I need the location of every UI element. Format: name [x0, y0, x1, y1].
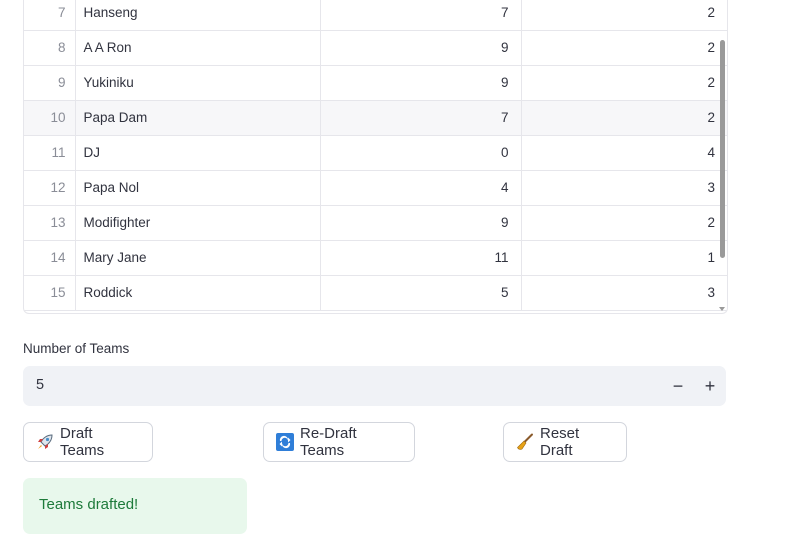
table-row[interactable]: 14 Mary Jane 11 1: [24, 240, 727, 276]
player-name-cell[interactable]: A A Ron: [75, 30, 321, 66]
table-row[interactable]: 9 Yukiniku 9 2: [24, 65, 727, 101]
repeat-icon: [276, 433, 294, 451]
table-row[interactable]: 13 Modifighter 9 2: [24, 205, 727, 241]
player-name-cell[interactable]: DJ: [75, 135, 321, 171]
number-of-teams-input[interactable]: 5 − +: [23, 366, 726, 406]
table-row[interactable]: 11 DJ 0 4: [24, 135, 727, 171]
value-cell-a[interactable]: 9: [320, 30, 522, 66]
draft-teams-label: Draft Teams: [60, 425, 105, 459]
reset-draft-label: Reset Draft: [540, 425, 580, 459]
teams-input-value[interactable]: 5: [36, 377, 44, 393]
draft-teams-button[interactable]: Draft Teams: [23, 422, 153, 462]
row-index: 8: [24, 30, 76, 66]
row-index: 11: [24, 135, 76, 171]
player-name-cell[interactable]: Modifighter: [75, 205, 321, 241]
row-index: 13: [24, 205, 76, 241]
player-name-cell[interactable]: Papa Dam: [75, 100, 321, 136]
player-name-cell[interactable]: Roddick: [75, 275, 321, 311]
row-index: 9: [24, 65, 76, 101]
value-cell-b[interactable]: 2: [521, 0, 727, 31]
vertical-scrollbar[interactable]: [720, 40, 725, 258]
reset-draft-button[interactable]: Reset Draft: [503, 422, 627, 462]
teams-input-label: Number of Teams: [23, 341, 130, 356]
table-row[interactable]: 15 Roddick 5 3: [24, 275, 727, 311]
value-cell-a[interactable]: 5: [320, 275, 522, 311]
player-name-cell[interactable]: Yukiniku: [75, 65, 321, 101]
value-cell-a[interactable]: 0: [320, 135, 522, 171]
redraft-teams-label: Re-Draft Teams: [300, 425, 357, 459]
data-table[interactable]: 7 Hanseng 7 2 8 A A Ron 9 2 9 Yukiniku 9…: [23, 0, 728, 314]
redraft-teams-button[interactable]: Re-Draft Teams: [263, 422, 415, 462]
row-index: 7: [24, 0, 76, 31]
value-cell-b[interactable]: 2: [521, 205, 727, 241]
table-row[interactable]: 7 Hanseng 7 2: [24, 0, 727, 31]
rocket-icon: [36, 433, 54, 451]
table-row[interactable]: 8 A A Ron 9 2: [24, 30, 727, 66]
increment-button[interactable]: +: [698, 374, 722, 398]
decrement-button[interactable]: −: [666, 374, 690, 398]
row-index: 15: [24, 275, 76, 311]
table-row[interactable]: 10 Papa Dam 7 2: [24, 100, 727, 136]
value-cell-a[interactable]: 11: [320, 240, 522, 276]
value-cell-a[interactable]: 9: [320, 65, 522, 101]
value-cell-b[interactable]: 4: [521, 135, 727, 171]
value-cell-b[interactable]: 2: [521, 30, 727, 66]
success-alert: Teams drafted!: [23, 478, 247, 534]
value-cell-b[interactable]: 3: [521, 170, 727, 206]
value-cell-b[interactable]: 2: [521, 100, 727, 136]
value-cell-b[interactable]: 2: [521, 65, 727, 101]
table-row[interactable]: 12 Papa Nol 4 3: [24, 170, 727, 206]
row-index: 12: [24, 170, 76, 206]
player-name-cell[interactable]: Papa Nol: [75, 170, 321, 206]
value-cell-b[interactable]: 3: [521, 275, 727, 311]
value-cell-a[interactable]: 7: [320, 0, 522, 31]
row-index: 10: [24, 100, 76, 136]
row-index: 14: [24, 240, 76, 276]
player-name-cell[interactable]: Hanseng: [75, 0, 321, 31]
player-name-cell[interactable]: Mary Jane: [75, 240, 321, 276]
broom-icon: [516, 433, 534, 451]
value-cell-a[interactable]: 4: [320, 170, 522, 206]
success-alert-text: Teams drafted!: [39, 496, 139, 513]
value-cell-a[interactable]: 7: [320, 100, 522, 136]
scroll-down-arrow-icon[interactable]: [719, 307, 725, 311]
value-cell-b[interactable]: 1: [521, 240, 727, 276]
value-cell-a[interactable]: 9: [320, 205, 522, 241]
